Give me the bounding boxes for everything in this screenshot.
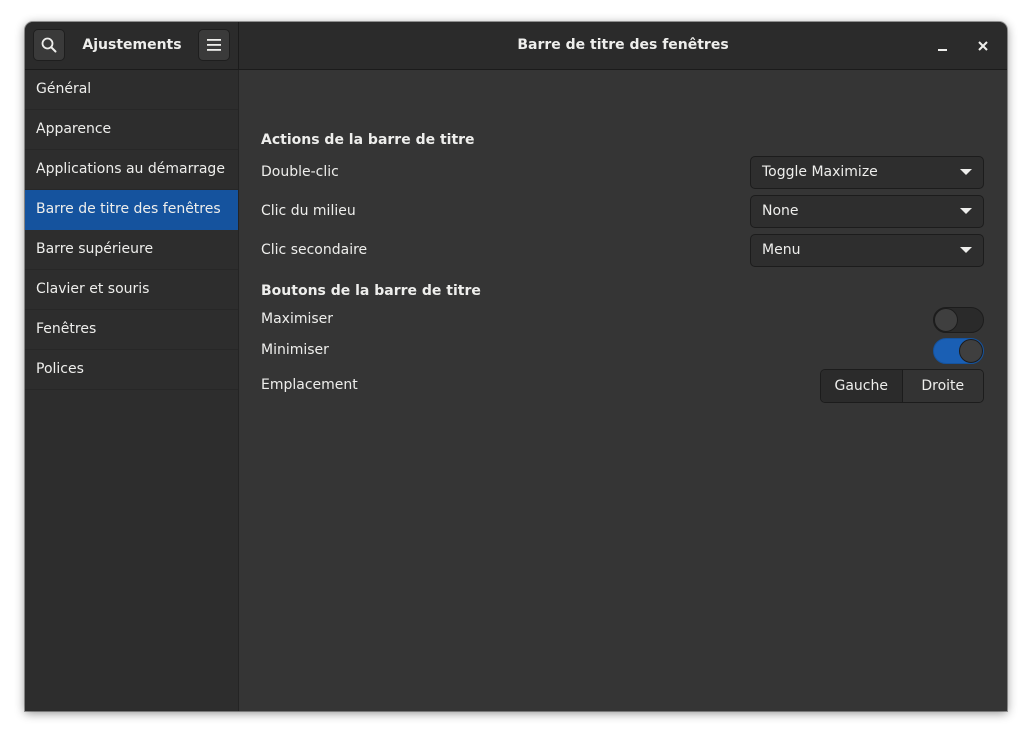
buttons-section-title: Boutons de la barre de titre — [261, 283, 481, 299]
search-icon — [41, 37, 57, 53]
minimize-switch[interactable] — [933, 338, 984, 364]
double-click-label: Double-clic — [261, 164, 339, 180]
placement-right-button[interactable]: Droite — [902, 370, 983, 402]
sidebar-item-keyboard-mouse[interactable]: Clavier et souris — [25, 270, 238, 310]
switch-knob — [934, 308, 958, 332]
double-click-value: Toggle Maximize — [762, 164, 878, 180]
app-title: Ajustements — [82, 37, 182, 53]
placement-label: Emplacement — [261, 377, 358, 393]
dropdown-arrow-icon — [960, 208, 972, 214]
middle-click-value: None — [762, 203, 799, 219]
minimize-button[interactable] — [931, 34, 955, 58]
header-bar: Ajustements Barre de titre des fenêtres — [25, 22, 1007, 70]
maximize-label: Maximiser — [261, 311, 334, 327]
close-icon — [978, 41, 988, 51]
sidebar-item-fonts[interactable]: Polices — [25, 350, 238, 390]
tweaks-window: Ajustements Barre de titre des fenêtres — [25, 22, 1007, 711]
secondary-click-combo[interactable]: Menu — [750, 234, 984, 267]
minimize-label: Minimiser — [261, 342, 329, 358]
close-button[interactable] — [971, 34, 995, 58]
sidebar-item-windows[interactable]: Fenêtres — [25, 310, 238, 350]
dropdown-arrow-icon — [960, 169, 972, 175]
double-click-combo[interactable]: Toggle Maximize — [750, 156, 984, 189]
secondary-click-label: Clic secondaire — [261, 242, 368, 258]
maximize-switch[interactable] — [933, 307, 984, 333]
switch-knob — [959, 339, 983, 363]
placement-toggle-group: Gauche Droite — [820, 369, 984, 403]
middle-click-label: Clic du milieu — [261, 203, 356, 219]
page-title: Barre de titre des fenêtres — [517, 37, 729, 53]
sidebar: Général Apparence Applications au démarr… — [25, 70, 239, 711]
settings-panel: Actions de la barre de titre Double-clic… — [239, 70, 1007, 711]
sidebar-item-startup-applications[interactable]: Applications au démarrage — [25, 150, 238, 190]
sidebar-item-top-bar[interactable]: Barre supérieure — [25, 230, 238, 270]
minimize-icon — [938, 49, 947, 51]
sidebar-item-window-titlebars[interactable]: Barre de titre des fenêtres — [25, 190, 238, 230]
main-menu-button[interactable] — [198, 29, 230, 61]
search-button[interactable] — [33, 29, 65, 61]
header-left-pane: Ajustements — [25, 22, 239, 69]
dropdown-arrow-icon — [960, 247, 972, 253]
hamburger-menu-icon — [207, 39, 221, 51]
sidebar-item-general[interactable]: Général — [25, 70, 238, 110]
middle-click-combo[interactable]: None — [750, 195, 984, 228]
secondary-click-value: Menu — [762, 242, 801, 258]
actions-section-title: Actions de la barre de titre — [261, 132, 475, 148]
placement-left-button[interactable]: Gauche — [821, 370, 903, 402]
sidebar-item-appearance[interactable]: Apparence — [25, 110, 238, 150]
